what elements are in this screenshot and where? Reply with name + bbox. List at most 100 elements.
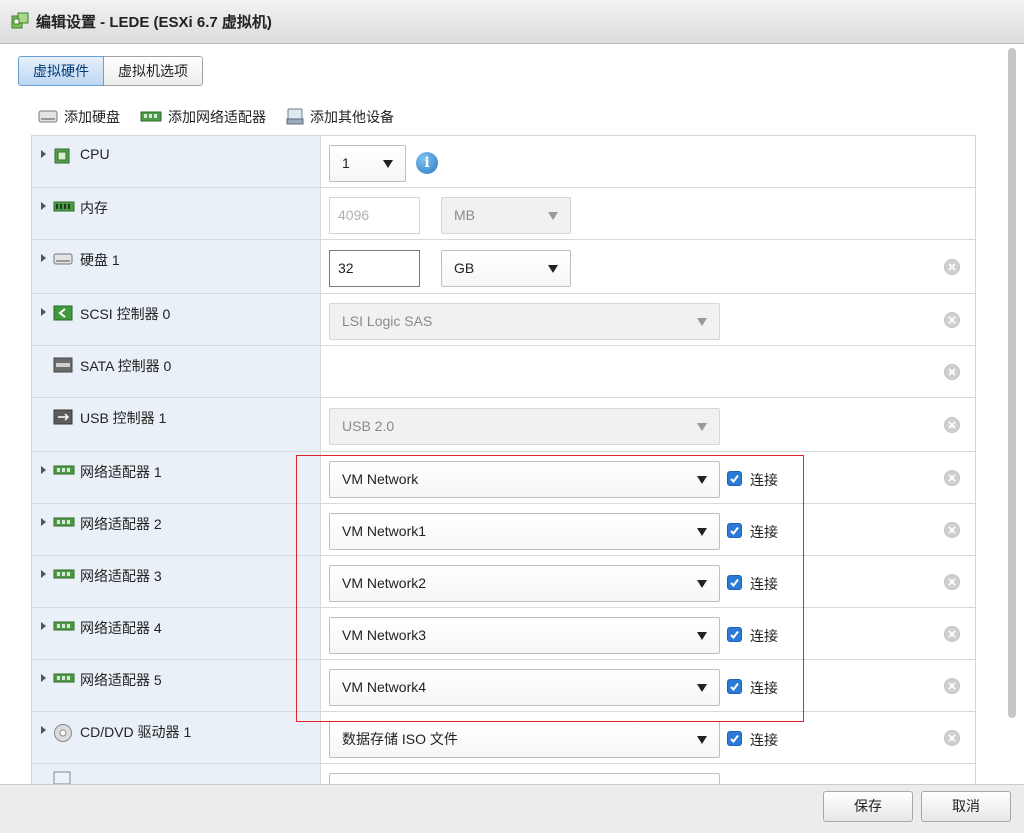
- network-value: VM Network1: [342, 523, 427, 539]
- remove-network-adapter-button[interactable]: [944, 626, 960, 642]
- expand-arrow-icon[interactable]: [41, 726, 46, 734]
- expand-arrow-icon[interactable]: [41, 570, 46, 578]
- add-other-device-button[interactable]: 添加其他设备: [286, 107, 394, 127]
- row-label-cell: [32, 764, 321, 785]
- expand-arrow-icon[interactable]: [41, 308, 46, 316]
- dialog-footer: 保存 取消: [0, 784, 1024, 833]
- remove-network-adapter-button[interactable]: [944, 678, 960, 694]
- close-icon: [948, 263, 956, 271]
- chevron-down-icon: [697, 684, 707, 692]
- tab-vm-options[interactable]: 虚拟机选项: [104, 56, 203, 86]
- connect-checkbox[interactable]: [727, 575, 742, 590]
- info-icon[interactable]: i: [416, 152, 438, 174]
- remove-network-adapter-button[interactable]: [944, 574, 960, 590]
- connect-label: 连接: [750, 524, 778, 540]
- connect-checkbox[interactable]: [727, 731, 742, 746]
- network-select[interactable]: VM Network3: [329, 617, 720, 654]
- row-memory: 内存 4096 MB: [32, 188, 975, 240]
- remove-usb-button[interactable]: [944, 417, 960, 433]
- close-icon: [948, 578, 956, 586]
- network-select[interactable]: VM Network: [329, 461, 720, 498]
- remove-cdrom-button[interactable]: [944, 730, 960, 746]
- usb-icon: [53, 409, 73, 425]
- connect-checkbox[interactable]: [727, 523, 742, 538]
- expand-arrow-icon[interactable]: [41, 150, 46, 158]
- disk-unit-select[interactable]: GB: [441, 250, 571, 287]
- remove-network-adapter-button[interactable]: [944, 470, 960, 486]
- network-select[interactable]: VM Network2: [329, 565, 720, 602]
- expand-arrow-icon[interactable]: [41, 518, 46, 526]
- row-scsi-controller: SCSI 控制器 0 LSI Logic SAS: [32, 294, 975, 346]
- connect-checkbox[interactable]: [727, 679, 742, 694]
- connect-label: 连接: [750, 576, 778, 592]
- network-adapter-label: 网络适配器 1: [80, 464, 162, 480]
- network-card-icon: [53, 569, 75, 579]
- cpu-count-select[interactable]: 1: [329, 145, 406, 182]
- network-value: VM Network2: [342, 575, 427, 591]
- network-value: VM Network3: [342, 627, 427, 643]
- disk-unit-value: GB: [454, 260, 475, 276]
- disk-size-input[interactable]: 32: [329, 250, 420, 287]
- row-label-cell: 内存: [32, 188, 321, 239]
- add-network-label: 添加网络适配器: [168, 109, 266, 125]
- check-icon: [730, 474, 739, 484]
- remove-scsi-button[interactable]: [944, 312, 960, 328]
- expand-arrow-icon[interactable]: [41, 466, 46, 474]
- network-card-icon: [140, 111, 162, 122]
- chevron-down-icon: [383, 160, 393, 168]
- usb-type-value: USB 2.0: [342, 418, 395, 434]
- chevron-down-icon: [697, 528, 707, 536]
- connect-label: 连接: [750, 732, 778, 748]
- network-select[interactable]: VM Network4: [329, 669, 720, 706]
- expand-arrow-icon[interactable]: [41, 202, 46, 210]
- row-network-adapter-1: 网络适配器 1 VM Network 连接: [32, 452, 975, 504]
- remove-network-adapter-button[interactable]: [944, 522, 960, 538]
- memory-unit-value: MB: [454, 207, 475, 223]
- row-cpu: CPU 1 i: [32, 136, 975, 188]
- row-hard-disk: 硬盘 1 32 GB: [32, 240, 975, 294]
- remove-disk-button[interactable]: [944, 259, 960, 275]
- scrollbar[interactable]: [1005, 44, 1019, 784]
- memory-label: 内存: [80, 200, 108, 216]
- expand-arrow-icon[interactable]: [41, 254, 46, 262]
- network-adapter-label: 网络适配器 3: [80, 568, 162, 584]
- cpu-count-value: 1: [342, 155, 350, 171]
- row-network-adapter-4: 网络适配器 4 VM Network3 连接: [32, 608, 975, 660]
- chevron-down-icon: [548, 265, 558, 273]
- add-disk-button[interactable]: 添加硬盘: [38, 107, 120, 127]
- connect-label: 连接: [750, 680, 778, 696]
- network-card-icon: [53, 465, 75, 475]
- scrollbar-thumb[interactable]: [1008, 48, 1016, 718]
- hardware-list: CPU 1 i 内存 4096 MB 硬盘 1 32 GB SCSI 控制器 0…: [31, 135, 976, 785]
- close-icon: [948, 682, 956, 690]
- row-label-cell: 网络适配器 4: [32, 608, 321, 659]
- add-network-adapter-button[interactable]: 添加网络适配器: [140, 107, 266, 127]
- usb-type-select[interactable]: USB 2.0: [329, 408, 720, 445]
- tab-virtual-hardware[interactable]: 虚拟硬件: [18, 56, 104, 86]
- network-card-icon: [53, 621, 75, 631]
- row-label-cell: USB 控制器 1: [32, 398, 321, 451]
- vm-settings-icon: [11, 12, 29, 29]
- chevron-down-icon: [697, 423, 707, 431]
- row-label-cell: 网络适配器 2: [32, 504, 321, 555]
- network-select[interactable]: VM Network1: [329, 513, 720, 550]
- memory-unit-select[interactable]: MB: [441, 197, 571, 234]
- cancel-button[interactable]: 取消: [921, 791, 1011, 822]
- connect-checkbox[interactable]: [727, 627, 742, 642]
- scsi-controller-icon: [53, 305, 73, 321]
- row-label-cell: CPU: [32, 136, 321, 187]
- connect-label: 连接: [750, 628, 778, 644]
- scsi-label: SCSI 控制器 0: [80, 306, 171, 322]
- memory-size-input[interactable]: 4096: [329, 197, 420, 234]
- scsi-type-select[interactable]: LSI Logic SAS: [329, 303, 720, 340]
- save-button[interactable]: 保存: [823, 791, 913, 822]
- chevron-down-icon: [548, 212, 558, 220]
- remove-sata-button[interactable]: [944, 364, 960, 380]
- network-adapter-label: 网络适配器 5: [80, 672, 162, 688]
- close-icon: [948, 474, 956, 482]
- cdrom-source-select[interactable]: 数据存储 ISO 文件: [329, 721, 720, 758]
- expand-arrow-icon[interactable]: [41, 622, 46, 630]
- row-label-cell: SCSI 控制器 0: [32, 294, 321, 345]
- connect-checkbox[interactable]: [727, 471, 742, 486]
- expand-arrow-icon[interactable]: [41, 674, 46, 682]
